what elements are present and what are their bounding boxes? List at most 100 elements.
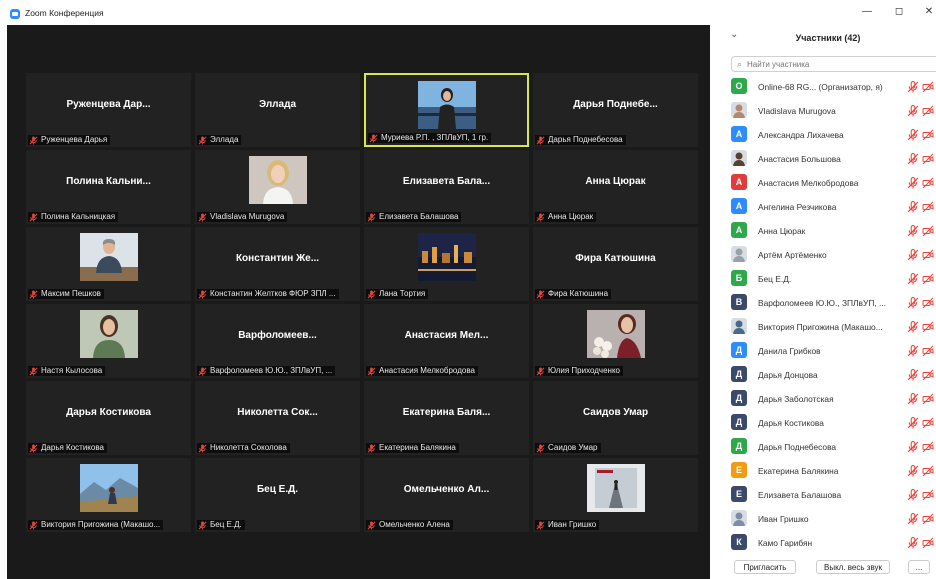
participant-row[interactable]: O Online-68 RG... (Организатор, я) [720,75,936,99]
video-tile[interactable]: Лана Тортия [364,227,529,301]
mute-all-button[interactable]: Выкл. весь звук [816,560,890,574]
video-tile[interactable]: Дарья Костикова Дарья Костикова [26,381,191,455]
video-tile[interactable]: Дарья Поднебе... Дарья Поднебесова [533,73,698,147]
video-off-icon[interactable] [922,440,934,453]
video-off-icon[interactable] [922,176,934,189]
participant-row[interactable]: А Ангелина Резчикова [720,195,936,219]
mic-muted-icon[interactable] [907,200,919,213]
participant-row[interactable]: А Анна Цюрак [720,219,936,243]
video-tile[interactable]: Николетта Сок... Николетта Соколова [195,381,360,455]
mic-muted-icon[interactable] [907,152,919,165]
participant-row[interactable]: Б Бец Е.Д. [720,267,936,291]
video-tile[interactable]: Бец Е.Д. Бец Е.Д. [195,458,360,532]
tile-name-label: Настя Кылосова [28,366,106,376]
participant-row[interactable]: Иван Гришко [720,507,936,531]
video-tile[interactable]: Омельченко Ал... Омельченко Алена [364,458,529,532]
video-tile[interactable]: Настя Кылосова [26,304,191,378]
mic-muted-icon[interactable] [907,464,919,477]
minimize-button[interactable]: — [858,6,876,17]
video-off-icon[interactable] [922,536,934,549]
video-tile[interactable]: Иван Гришко [533,458,698,532]
mic-muted-icon[interactable] [907,416,919,429]
video-tile[interactable]: Елизавета Бала... Елизавета Балашова [364,150,529,224]
video-tile[interactable]: Полина Кальни... Полина Кальницкая [26,150,191,224]
invite-button[interactable]: Пригласить [734,560,796,574]
video-off-icon[interactable] [922,344,934,357]
restore-button[interactable]: ◻ [890,6,908,17]
mic-muted-icon[interactable] [907,440,919,453]
participant-row[interactable]: Виктория Пригожина (Макашо... [720,315,936,339]
video-off-icon[interactable] [922,392,934,405]
video-tile[interactable]: Руженцева Дар... Руженцева Дарья [26,73,191,147]
video-off-icon[interactable] [922,512,934,525]
mic-muted-icon[interactable] [907,224,919,237]
video-tile[interactable]: Vladislava Murugova [195,150,360,224]
video-off-icon[interactable] [922,80,934,93]
participant-row[interactable]: В Варфоломеев Ю.Ю., ЗПЛвУП, ... [720,291,936,315]
participant-row[interactable]: Д Дарья Костикова [720,411,936,435]
video-tile[interactable]: Фира Катюшина Фира Катюшина [533,227,698,301]
video-tile[interactable]: Юлия Приходченко [533,304,698,378]
video-off-icon[interactable] [922,104,934,117]
video-off-icon[interactable] [922,272,934,285]
video-off-icon[interactable] [922,128,934,141]
participant-search[interactable]: ⌕ [731,56,936,72]
video-off-icon[interactable] [922,248,934,261]
video-off-icon[interactable] [922,152,934,165]
video-off-icon[interactable] [922,200,934,213]
mic-muted-icon[interactable] [907,296,919,309]
video-off-icon[interactable] [922,416,934,429]
participant-row[interactable]: Артём Артёменко [720,243,936,267]
participant-row[interactable]: К Камо Гарибян [720,531,936,555]
more-button[interactable]: ... [908,560,930,574]
mic-muted-icon[interactable] [907,488,919,501]
mic-muted-icon[interactable] [907,512,919,525]
search-input[interactable] [747,58,927,70]
video-tile[interactable]: Анастасия Мел... Анастасия Мелкобродова [364,304,529,378]
mic-muted-icon[interactable] [907,80,919,93]
mic-muted-icon[interactable] [907,368,919,381]
participant-row[interactable]: Анастасия Большова [720,147,936,171]
video-tile[interactable]: Виктория Пригожина (Макашо... [26,458,191,532]
mic-muted-icon[interactable] [907,344,919,357]
tile-name-label: Константин Желтков ФЮР ЗПЛ ... [197,289,339,299]
video-tile[interactable]: Максим Пешков [26,227,191,301]
participant-row[interactable]: А Анастасия Мелкобродова [720,171,936,195]
video-off-icon[interactable] [922,368,934,381]
video-tile[interactable]: Варфоломеев... Варфоломеев Ю.Ю., ЗПЛвУП, … [195,304,360,378]
participant-row[interactable]: Д Данила Грибков [720,339,936,363]
video-tile[interactable]: Эллада Эллада [195,73,360,147]
mic-muted-icon [198,366,207,376]
participant-row[interactable]: Е Елизавета Балашова [720,483,936,507]
participant-row[interactable]: А Александра Лихачева [720,123,936,147]
participant-row[interactable]: Е Екатерина Балякина [720,459,936,483]
participant-row[interactable]: Д Дарья Донцова [720,363,936,387]
participant-name: Vladislava Murugova [210,212,285,221]
video-tile[interactable]: Константин Же... Константин Желтков ФЮР З… [195,227,360,301]
video-off-icon[interactable] [922,296,934,309]
participant-row[interactable]: Д Дарья Заболотская [720,387,936,411]
mic-muted-icon[interactable] [907,320,919,333]
mic-muted-icon[interactable] [907,128,919,141]
tile-name-label: Муриева Р.П. , ЗПЛвУП, 1 гр. [368,133,492,143]
mic-muted-icon[interactable] [907,248,919,261]
video-tile[interactable]: Екатерина Баля... Екатерина Балякина [364,381,529,455]
participant-row[interactable]: Д Дарья Поднебесова [720,435,936,459]
mic-muted-icon[interactable] [907,536,919,549]
participants-header: ⌄ Участники (42) [720,25,936,49]
mic-muted-icon [198,520,207,530]
video-off-icon[interactable] [922,224,934,237]
video-off-icon[interactable] [922,320,934,333]
mic-muted-icon[interactable] [907,104,919,117]
video-off-icon[interactable] [922,488,934,501]
mic-muted-icon[interactable] [907,176,919,189]
participant-row[interactable]: Vladislava Murugova [720,99,936,123]
mic-muted-icon[interactable] [907,392,919,405]
video-tile[interactable]: Муриева Р.П. , ЗПЛвУП, 1 гр. [364,73,529,147]
avatar: O [731,78,747,94]
video-tile[interactable]: Анна Цюрак Анна Цюрак [533,150,698,224]
close-button[interactable]: ✕ [920,6,936,17]
mic-muted-icon[interactable] [907,272,919,285]
video-off-icon[interactable] [922,464,934,477]
video-tile[interactable]: Саидов Умар Саидов Умар [533,381,698,455]
